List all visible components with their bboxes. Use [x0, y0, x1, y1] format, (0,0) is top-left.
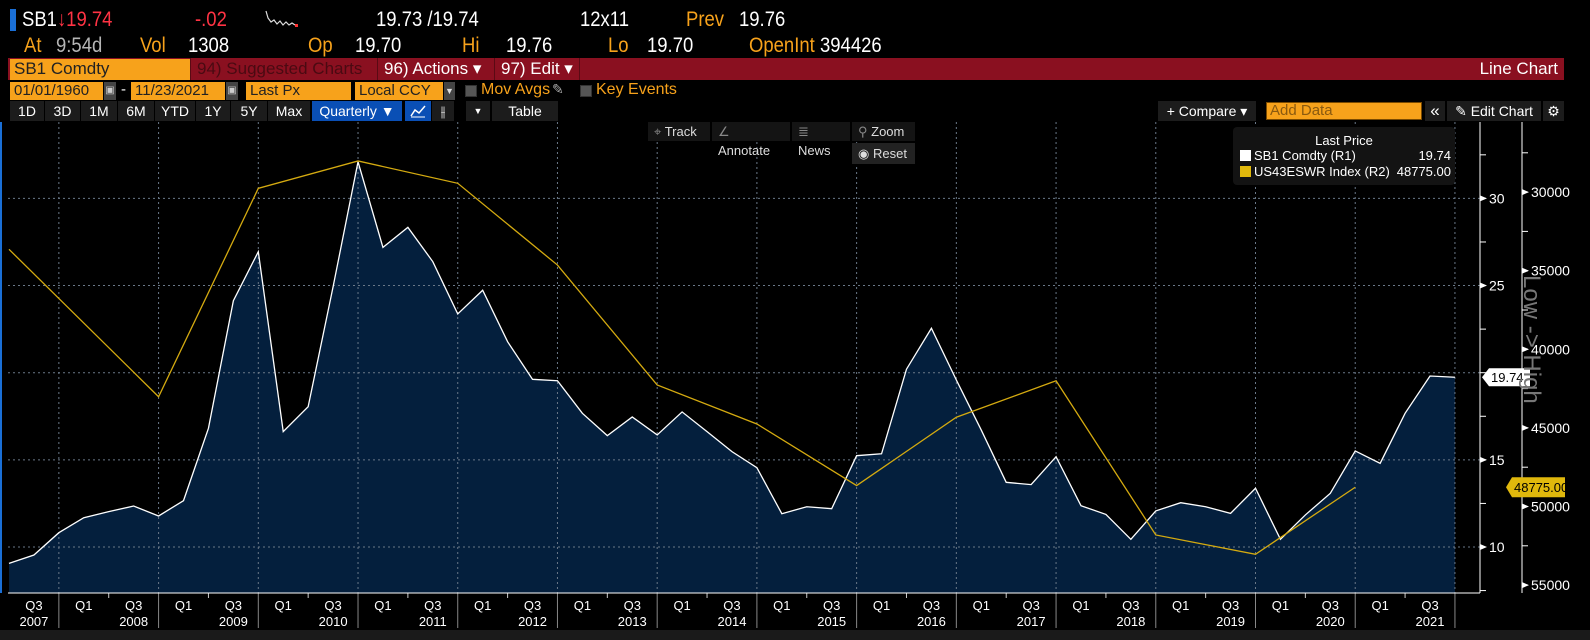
x-quarter-label: Q1 [673, 598, 690, 613]
x-quarter-label: Q3 [723, 598, 740, 613]
x-quarter-label: Q1 [1272, 598, 1289, 613]
track-label: Track [664, 124, 697, 139]
x-year-label: 2015 [817, 614, 846, 629]
x-year-label: 2011 [419, 614, 447, 629]
r2-tick-marker [1522, 503, 1529, 510]
r1-tick-marker [1480, 282, 1487, 289]
legend-name-sb1: SB1 Comdty (R1) [1254, 148, 1356, 163]
r1-tick-label: 25 [1489, 278, 1505, 294]
x-quarter-label: Q3 [424, 598, 441, 613]
x-quarter-label: Q3 [1122, 598, 1139, 613]
legend-swatch-sb1 [1240, 150, 1251, 161]
x-quarter-label: Q1 [474, 598, 491, 613]
zoom-label: Zoom [871, 124, 905, 139]
us43eswr-last-value-label: 48775.00 [1514, 480, 1568, 495]
x-quarter-label: Q3 [25, 598, 42, 613]
x-quarter-label: Q1 [374, 598, 391, 613]
r1-tick-label: 10 [1489, 539, 1505, 555]
x-quarter-label: Q1 [773, 598, 790, 613]
x-year-label: 2020 [1316, 614, 1345, 629]
legend-swatch-us43eswr [1240, 166, 1251, 177]
r2-tick-label: 30000 [1531, 184, 1570, 200]
r1-tick-label: 30 [1489, 190, 1505, 206]
x-year-label: 2013 [618, 614, 647, 629]
annotate-icon: ∠ [718, 124, 730, 139]
x-quarter-label: Q3 [225, 598, 242, 613]
x-year-label: 2017 [1017, 614, 1046, 629]
x-quarter-label: Q3 [1022, 598, 1039, 613]
x-quarter-label: Q1 [973, 598, 990, 613]
x-quarter-label: Q1 [75, 598, 92, 613]
r2-tick-marker [1522, 424, 1529, 431]
reset-icon: ◉ [858, 146, 873, 161]
news-label: News [798, 143, 831, 158]
r2-tick-marker [1522, 189, 1529, 196]
track-button[interactable]: ⌖ Track [648, 122, 710, 141]
x-year-label: 2021 [1416, 614, 1445, 629]
legend: Last Price SB1 Comdty (R1) 19.74 US43ESW… [1233, 127, 1455, 185]
r2-tick-label: 45000 [1531, 420, 1570, 436]
zoom-button[interactable]: ⚲ Zoom [852, 122, 915, 141]
x-quarter-label: Q1 [275, 598, 292, 613]
x-quarter-label: Q3 [923, 598, 940, 613]
news-button[interactable]: ≣ News [792, 122, 850, 158]
x-year-label: 2019 [1216, 614, 1245, 629]
x-year-label: 2009 [219, 614, 248, 629]
magnifier-icon: ⚲ [858, 124, 872, 139]
r2-tick-marker [1522, 582, 1529, 589]
legend-value-sb1: 19.74 [1418, 148, 1451, 163]
x-year-label: 2008 [119, 614, 148, 629]
x-quarter-label: Q3 [125, 598, 142, 613]
x-quarter-label: Q1 [873, 598, 890, 613]
x-quarter-label: Q1 [1371, 598, 1388, 613]
legend-title: Last Price [1315, 133, 1373, 148]
chart-canvas[interactable]: 30251510300003500040000450005000055000Q3… [0, 0, 1590, 640]
x-quarter-label: Q3 [624, 598, 641, 613]
reset-label: Reset [872, 146, 907, 161]
legend-value-us43eswr: 48775.00 [1396, 164, 1451, 179]
x-quarter-label: Q1 [175, 598, 192, 613]
annotate-button[interactable]: ∠ Annotate [712, 122, 790, 158]
annotate-label: Annotate [718, 143, 771, 158]
reset-button[interactable]: ◉ Reset [852, 143, 915, 164]
x-year-label: 2018 [1116, 614, 1145, 629]
r1-tick-marker [1480, 195, 1487, 202]
x-quarter-label: Q3 [324, 598, 341, 613]
sb1-area-fill [9, 161, 1455, 593]
r1-tick-label: 15 [1489, 452, 1505, 468]
x-quarter-label: Q3 [1421, 598, 1438, 613]
x-year-label: 2012 [518, 614, 547, 629]
x-quarter-label: Q3 [1322, 598, 1339, 613]
r1-tick-marker [1480, 456, 1487, 463]
x-quarter-label: Q3 [823, 598, 840, 613]
x-quarter-label: Q3 [1222, 598, 1239, 613]
x-year-label: 2016 [917, 614, 946, 629]
x-year-label: 2014 [718, 614, 747, 629]
x-quarter-label: Q1 [1072, 598, 1089, 613]
r2-tick-label: 50000 [1531, 499, 1570, 515]
crosshair-icon: ⌖ [654, 124, 665, 139]
x-year-label: 2010 [319, 614, 348, 629]
r2-tick-label: 55000 [1531, 577, 1570, 593]
x-quarter-label: Q3 [524, 598, 541, 613]
x-quarter-label: Q1 [574, 598, 591, 613]
r1-tick-marker [1480, 544, 1487, 550]
bottom-strip [0, 630, 1590, 640]
r2-tick-marker [1522, 267, 1529, 274]
x-year-label: 2007 [19, 614, 48, 629]
r2-axis-direction-label: Low -> High [1518, 275, 1545, 404]
news-icon: ≣ [798, 124, 809, 139]
legend-name-us43eswr: US43ESWR Index (R2) [1254, 164, 1390, 179]
left-edge [0, 122, 2, 593]
x-quarter-label: Q1 [1172, 598, 1189, 613]
